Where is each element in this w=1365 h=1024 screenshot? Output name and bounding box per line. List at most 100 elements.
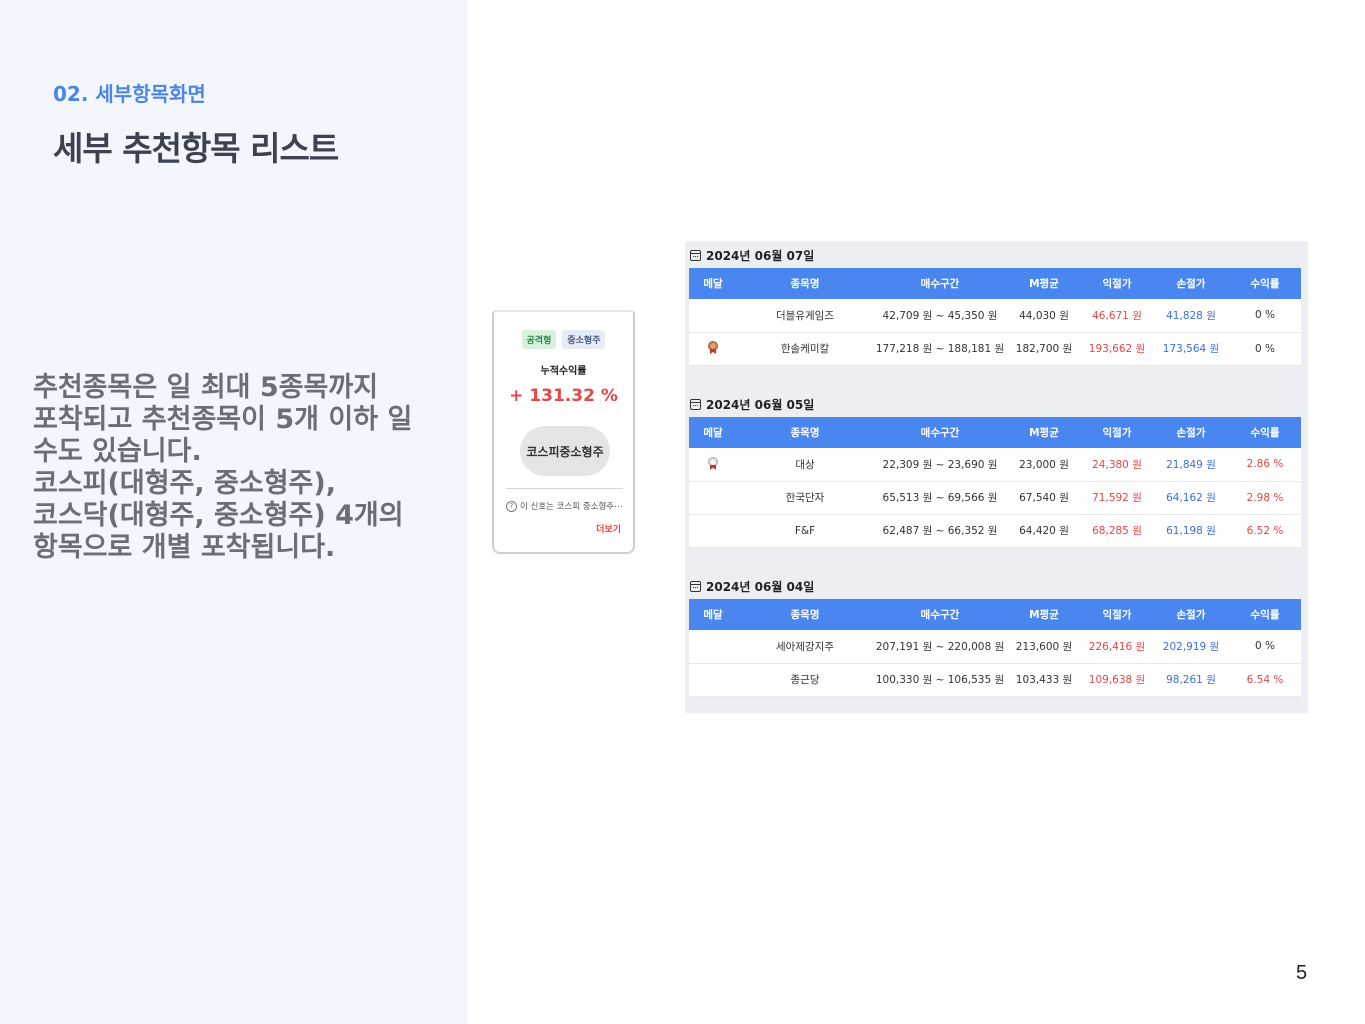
table-row[interactable]: 더블유게임즈 42,709 원 ~ 45,350 원 44,030 원 46,6… (689, 299, 1301, 332)
buy-range: 62,487 원 ~ 66,352 원 (882, 525, 998, 537)
take-profit: 24,380 원 (1092, 458, 1142, 471)
calendar-icon (690, 580, 701, 592)
more-link[interactable]: 더보기 (596, 522, 621, 535)
tag-midsmall-cap: 중소형주 (562, 330, 606, 349)
description-line: 코스닥(대형주, 중소형주) 4개의 (33, 500, 404, 531)
medal-cell (689, 630, 737, 663)
category-pill[interactable]: 코스피중소형주 (520, 426, 610, 476)
table-header: 메달 종목명 매수구간 M평균 익절가 손절가 수익률 (689, 268, 1301, 299)
col-take-profit: 익절가 (1102, 609, 1132, 621)
signal-card[interactable]: 공격형 중소형주 누적수익률 + 131.32 % 코스피중소형주 ? 이 신호… (492, 310, 635, 554)
return-rate: 6.54 % (1246, 673, 1284, 686)
page-number: 5 (1296, 962, 1308, 984)
col-range: 매수구간 (920, 427, 960, 439)
stop-loss: 61,198 원 (1166, 525, 1216, 537)
card-info-text: 이 신호는 코스피 중소형주⋯ (520, 502, 623, 512)
medal-cell (689, 481, 737, 514)
day-date: 2024년 06월 07일 (689, 242, 1301, 268)
col-medal: 메달 (703, 278, 723, 290)
buy-range: 42,709 원 ~ 45,350 원 (882, 309, 998, 322)
avg-price: 67,540 원 (1019, 492, 1069, 504)
stop-loss: 21,849 원 (1166, 458, 1216, 471)
buy-range: 100,330 원 ~ 106,535 원 (875, 674, 1005, 686)
col-range: 매수구간 (920, 278, 960, 290)
medal-cell (689, 663, 737, 696)
table-row[interactable]: F&F 62,487 원 ~ 66,352 원 64,420 원 68,285 … (689, 514, 1301, 547)
buy-range: 22,309 원 ~ 23,690 원 (882, 458, 998, 471)
card-tags: 공격형 중소형주 (494, 330, 633, 349)
medal-cell (689, 299, 737, 332)
stock-name: F&F (794, 524, 816, 537)
col-name: 종목명 (790, 427, 820, 439)
left-panel: 02. 세부항목화면 세부 추천항목 리스트 추천종목은 일 최대 5종목까지 … (0, 0, 467, 1024)
buy-range: 65,513 원 ~ 69,566 원 (882, 492, 998, 504)
table-row[interactable]: 한국단자 65,513 원 ~ 69,566 원 67,540 원 71,592… (689, 481, 1301, 514)
take-profit: 193,662 원 (1088, 343, 1146, 355)
stock-table: 메달 종목명 매수구간 M평균 익절가 손절가 수익률 세아제강지주 207,1… (689, 599, 1301, 697)
col-stop-loss: 손절가 (1176, 427, 1206, 439)
stop-loss: 173,564 원 (1162, 343, 1220, 355)
buy-range: 207,191 원 ~ 220,008 원 (875, 640, 1005, 653)
section-label: 02. 세부항목화면 (53, 82, 206, 106)
avg-price: 103,433 원 (1015, 674, 1073, 686)
take-profit: 109,638 원 (1088, 674, 1146, 686)
stop-loss: 202,919 원 (1162, 640, 1220, 653)
day-section: 2024년 06월 05일 메달 종목명 매수구간 M평균 익절가 손절가 수익… (689, 391, 1301, 548)
return-rate: 2.98 % (1246, 491, 1284, 504)
calendar-icon (690, 249, 701, 261)
description: 추천종목은 일 최대 5종목까지 포착되고 추천종목이 5개 이하 일 수도 있… (33, 372, 443, 564)
table-row[interactable]: 종근당 100,330 원 ~ 106,535 원 103,433 원 109,… (689, 663, 1301, 696)
col-avg: M평균 (1029, 427, 1059, 439)
day-section: 2024년 06월 04일 메달 종목명 매수구간 M평균 익절가 손절가 수익… (689, 573, 1301, 697)
page-title: 세부 추천항목 리스트 (53, 129, 339, 168)
stock-name: 한솔케미칼 (780, 343, 830, 355)
day-section: 2024년 06월 07일 메달 종목명 매수구간 M평균 익절가 손절가 수익… (689, 242, 1301, 366)
buy-range: 177,218 원 ~ 188,181 원 (875, 343, 1005, 355)
stock-name: 대상 (795, 458, 815, 471)
table-row[interactable]: 한솔케미칼 177,218 원 ~ 188,181 원 182,700 원 19… (689, 332, 1301, 365)
return-rate: 2.86 % (1246, 458, 1284, 471)
day-date-text: 2024년 06월 04일 (706, 579, 815, 594)
recommendation-tables: 2024년 06월 07일 메달 종목명 매수구간 M평균 익절가 손절가 수익… (685, 241, 1308, 713)
medal-cell (689, 514, 737, 547)
take-profit: 46,671 원 (1092, 309, 1142, 322)
col-return: 수익률 (1250, 427, 1280, 439)
stock-name: 세아제강지주 (776, 640, 834, 653)
medal-cell (689, 448, 737, 481)
col-name: 종목명 (790, 278, 820, 290)
avg-price: 182,700 원 (1015, 343, 1073, 355)
table-row[interactable]: 세아제강지주 207,191 원 ~ 220,008 원 213,600 원 2… (689, 630, 1301, 663)
stop-loss: 98,261 원 (1166, 674, 1216, 686)
cumulative-return-value: + 131.32 % (509, 386, 618, 406)
tag-aggressive: 공격형 (521, 330, 557, 349)
return-rate: 0 % (1255, 342, 1275, 355)
table-row[interactable]: 대상 22,309 원 ~ 23,690 원 23,000 원 24,380 원… (689, 448, 1301, 481)
day-date: 2024년 06월 05일 (689, 391, 1301, 417)
col-stop-loss: 손절가 (1176, 609, 1206, 621)
avg-price: 44,030 원 (1019, 309, 1069, 322)
avg-price: 213,600 원 (1015, 640, 1073, 653)
stock-table: 메달 종목명 매수구간 M평균 익절가 손절가 수익률 대상 22,309 원 … (689, 417, 1301, 548)
description-line: 포착되고 추천종목이 5개 이하 일 (33, 404, 413, 435)
col-return: 수익률 (1250, 609, 1280, 621)
col-range: 매수구간 (920, 609, 960, 621)
stop-loss: 41,828 원 (1166, 309, 1216, 322)
day-date-text: 2024년 06월 07일 (706, 248, 815, 263)
return-rate: 6.52 % (1246, 524, 1284, 537)
take-profit: 226,416 원 (1088, 640, 1146, 653)
stop-loss: 64,162 원 (1166, 492, 1216, 504)
card-divider (506, 488, 623, 489)
col-return: 수익률 (1250, 278, 1280, 290)
col-avg: M평균 (1029, 278, 1059, 290)
day-date-text: 2024년 06월 05일 (706, 397, 815, 412)
col-medal: 메달 (703, 609, 723, 621)
cumulative-return-label: 누적수익률 (540, 366, 587, 377)
description-line: 수도 있습니다. (33, 436, 202, 467)
col-stop-loss: 손절가 (1176, 278, 1206, 290)
table-header: 메달 종목명 매수구간 M평균 익절가 손절가 수익률 (689, 417, 1301, 448)
take-profit: 71,592 원 (1092, 492, 1142, 504)
col-avg: M평균 (1029, 609, 1059, 621)
stock-name: 종근당 (790, 674, 820, 686)
col-name: 종목명 (790, 609, 820, 621)
avg-price: 64,420 원 (1019, 525, 1069, 537)
